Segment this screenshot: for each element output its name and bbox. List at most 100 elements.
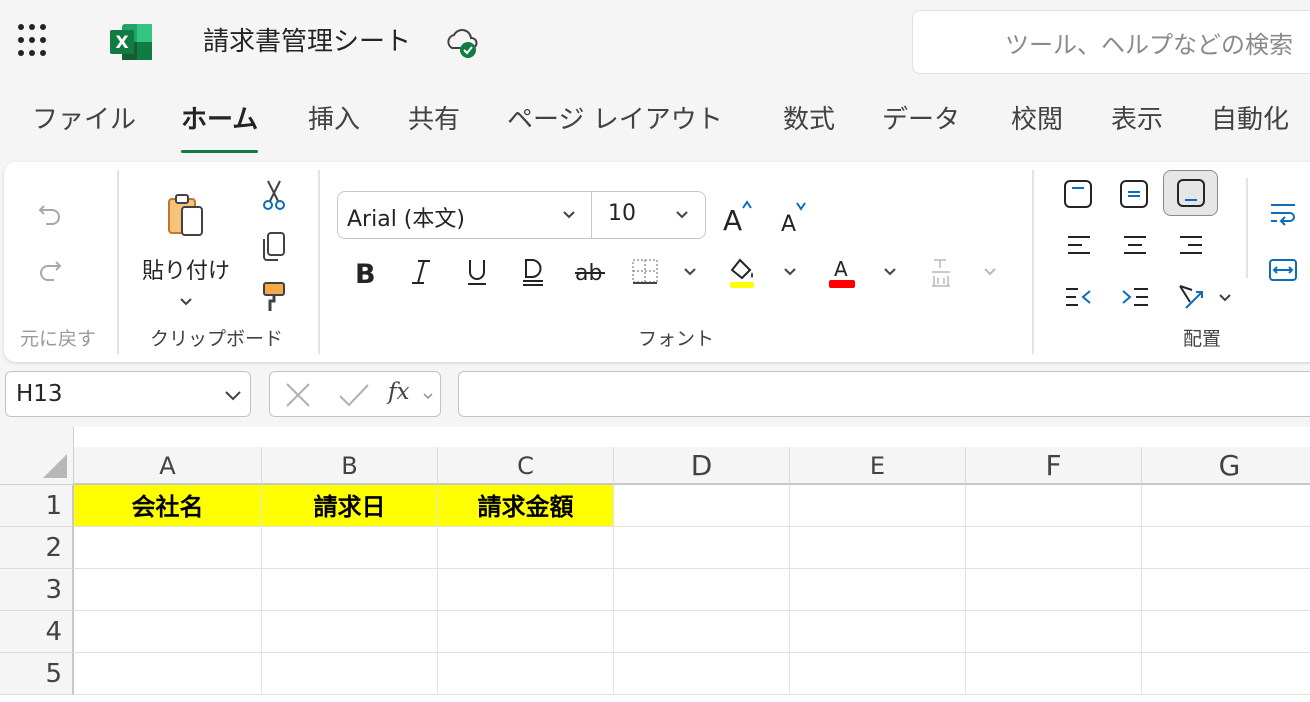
cell-a2[interactable] [74, 527, 262, 569]
row-header-3[interactable]: 3 [0, 569, 74, 611]
italic-button[interactable] [404, 254, 438, 290]
cell-g4[interactable] [1142, 611, 1310, 653]
formula-input[interactable] [458, 371, 1310, 417]
row-header-5[interactable]: 5 [0, 653, 74, 695]
fill-color-dropdown-icon[interactable] [783, 267, 797, 277]
cancel-icon[interactable] [284, 382, 312, 408]
cell-f3[interactable] [966, 569, 1142, 611]
tab-view[interactable]: 表示 [1111, 102, 1163, 138]
cell-d5[interactable] [614, 653, 790, 695]
column-header-c[interactable]: C [438, 447, 614, 485]
undo-button[interactable] [34, 198, 66, 230]
double-underline-button[interactable] [516, 254, 550, 290]
cut-button[interactable] [258, 178, 290, 212]
font-name-dropdown[interactable]: Arial (本文) [337, 191, 593, 239]
tab-home[interactable]: ホーム [181, 102, 259, 153]
decrease-font-size-button[interactable]: A [775, 198, 815, 236]
cell-f2[interactable] [966, 527, 1142, 569]
strikethrough-button[interactable]: ab [572, 254, 608, 290]
borders-dropdown-icon[interactable] [683, 267, 697, 277]
cell-f5[interactable] [966, 653, 1142, 695]
cell-e3[interactable] [790, 569, 966, 611]
copy-button[interactable] [258, 230, 290, 264]
cell-e4[interactable] [790, 611, 966, 653]
column-header-a[interactable]: A [74, 447, 262, 485]
enter-check-icon[interactable] [338, 382, 370, 408]
cell-a3[interactable] [74, 569, 262, 611]
cell-e2[interactable] [790, 527, 966, 569]
cell-c4[interactable] [438, 611, 614, 653]
cell-g2[interactable] [1142, 527, 1310, 569]
cell-b5[interactable] [262, 653, 438, 695]
row-header-2[interactable]: 2 [0, 527, 74, 569]
cell-g1[interactable] [1142, 485, 1310, 527]
tab-file[interactable]: ファイル [32, 102, 136, 138]
align-left-button[interactable] [1062, 230, 1096, 260]
cell-g3[interactable] [1142, 569, 1310, 611]
cell-b4[interactable] [262, 611, 438, 653]
align-middle-button[interactable] [1114, 174, 1154, 214]
cell-f1[interactable] [966, 485, 1142, 527]
bold-button[interactable]: B [348, 254, 382, 290]
column-header-g[interactable]: G [1142, 447, 1310, 485]
chevron-down-icon[interactable] [422, 392, 434, 400]
cell-b3[interactable] [262, 569, 438, 611]
cell-f4[interactable] [966, 611, 1142, 653]
align-top-button[interactable] [1058, 174, 1098, 214]
document-title[interactable]: 請求書管理シート [203, 24, 411, 60]
name-box[interactable]: H13 [5, 371, 251, 417]
tab-automate[interactable]: 自動化 [1211, 102, 1289, 138]
decrease-indent-button[interactable] [1062, 282, 1096, 312]
insert-function-button[interactable]: fx [388, 379, 409, 405]
font-size-dropdown[interactable]: 10 [591, 191, 706, 239]
redo-button[interactable] [34, 254, 66, 286]
cell-d1[interactable] [614, 485, 790, 527]
app-launcher-icon[interactable] [18, 24, 52, 58]
cell-e1[interactable] [790, 485, 966, 527]
borders-button[interactable] [628, 254, 662, 290]
align-right-button[interactable] [1174, 230, 1208, 260]
phonetic-dropdown-icon[interactable] [983, 267, 997, 277]
merge-center-button[interactable] [1266, 254, 1300, 286]
tab-data[interactable]: データ [882, 102, 960, 138]
orientation-dropdown-icon[interactable] [1218, 293, 1232, 303]
align-bottom-button[interactable] [1163, 170, 1218, 216]
column-header-b[interactable]: B [262, 447, 438, 485]
align-center-button[interactable] [1118, 230, 1152, 260]
increase-font-size-button[interactable]: A [719, 194, 759, 236]
cell-d2[interactable] [614, 527, 790, 569]
cell-e5[interactable] [790, 653, 966, 695]
cell-c1[interactable]: 請求金額 [438, 485, 614, 527]
tab-review[interactable]: 校閲 [1011, 102, 1063, 138]
paste-button[interactable]: 貼り付け [138, 180, 234, 320]
cell-a5[interactable] [74, 653, 262, 695]
cell-a4[interactable] [74, 611, 262, 653]
increase-indent-button[interactable] [1118, 282, 1152, 312]
cell-b1[interactable]: 請求日 [262, 485, 438, 527]
column-header-e[interactable]: E [790, 447, 966, 485]
tab-insert[interactable]: 挿入 [308, 102, 360, 138]
search-input[interactable]: ツール、ヘルプなどの検索 [912, 10, 1310, 74]
select-all-button[interactable] [0, 427, 74, 485]
tab-formulas[interactable]: 数式 [783, 102, 835, 138]
wrap-text-button[interactable] [1266, 198, 1300, 230]
cell-b2[interactable] [262, 527, 438, 569]
cell-d3[interactable] [614, 569, 790, 611]
tab-share[interactable]: 共有 [408, 102, 460, 138]
underline-button[interactable] [460, 254, 494, 290]
cell-c2[interactable] [438, 527, 614, 569]
orientation-button[interactable] [1174, 280, 1208, 314]
phonetic-guide-button[interactable] [924, 254, 958, 292]
format-painter-button[interactable] [258, 280, 290, 316]
cell-g5[interactable] [1142, 653, 1310, 695]
cell-c5[interactable] [438, 653, 614, 695]
tab-page-layout[interactable]: ページ レイアウト [507, 102, 723, 138]
cell-d4[interactable] [614, 611, 790, 653]
column-header-d[interactable]: D [614, 447, 790, 485]
row-header-1[interactable]: 1 [0, 485, 74, 527]
font-color-dropdown-icon[interactable] [883, 267, 897, 277]
fill-color-button[interactable] [724, 254, 760, 292]
column-header-f[interactable]: F [966, 447, 1142, 485]
row-header-4[interactable]: 4 [0, 611, 74, 653]
cell-c3[interactable] [438, 569, 614, 611]
